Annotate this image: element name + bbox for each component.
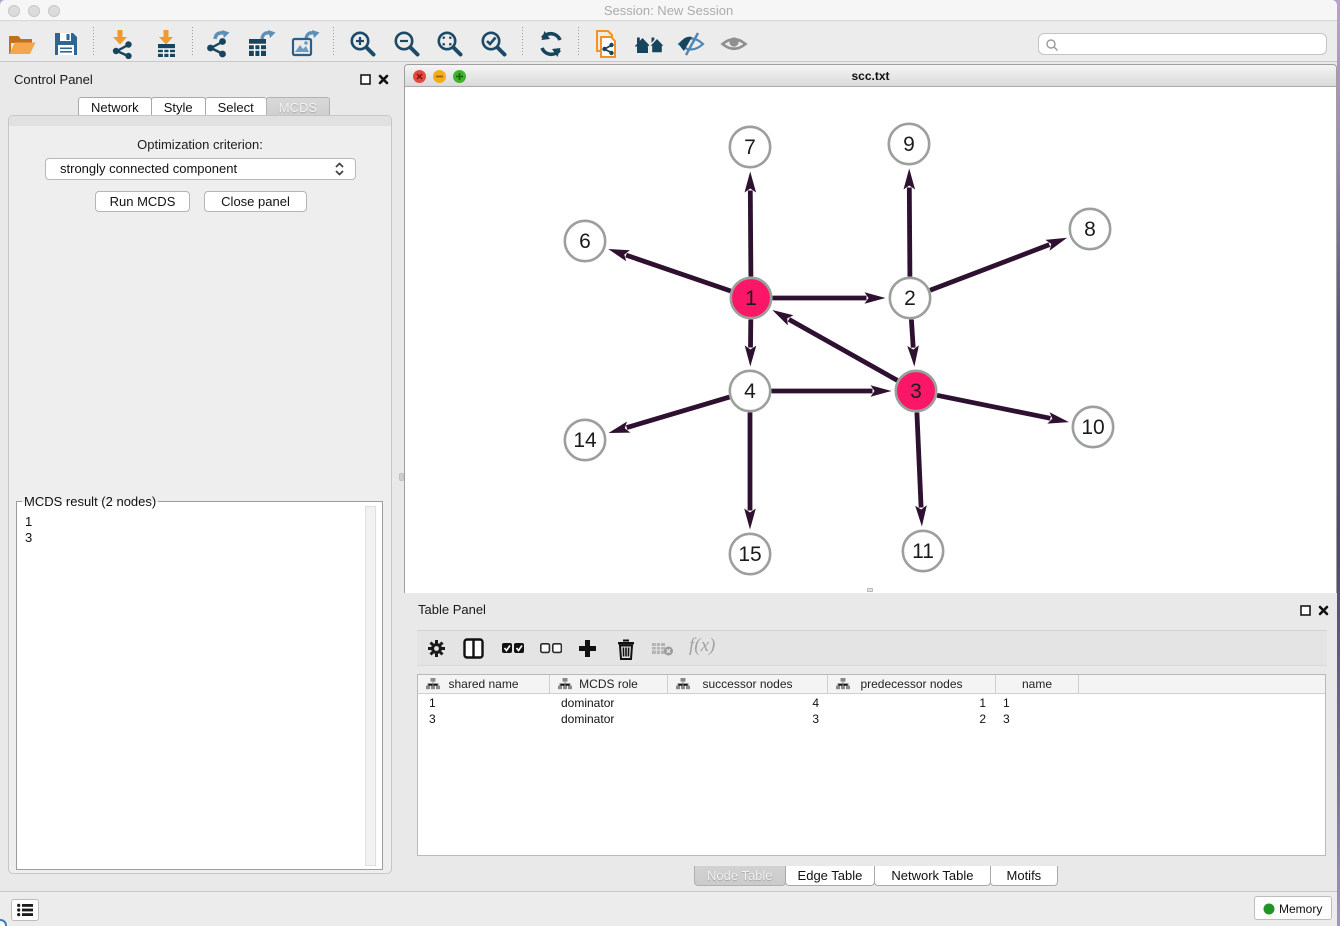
svg-text:1: 1 <box>745 287 757 310</box>
svg-text:15: 15 <box>738 543 761 566</box>
svg-text:11: 11 <box>912 540 934 563</box>
svg-text:10: 10 <box>1081 416 1104 439</box>
svg-text:14: 14 <box>573 429 597 452</box>
svg-text:8: 8 <box>1084 218 1096 241</box>
svg-text:2: 2 <box>904 287 916 310</box>
svg-text:4: 4 <box>744 380 756 403</box>
svg-text:7: 7 <box>744 136 756 159</box>
svg-text:9: 9 <box>903 133 915 156</box>
svg-text:3: 3 <box>910 380 922 403</box>
svg-text:6: 6 <box>579 230 591 253</box>
